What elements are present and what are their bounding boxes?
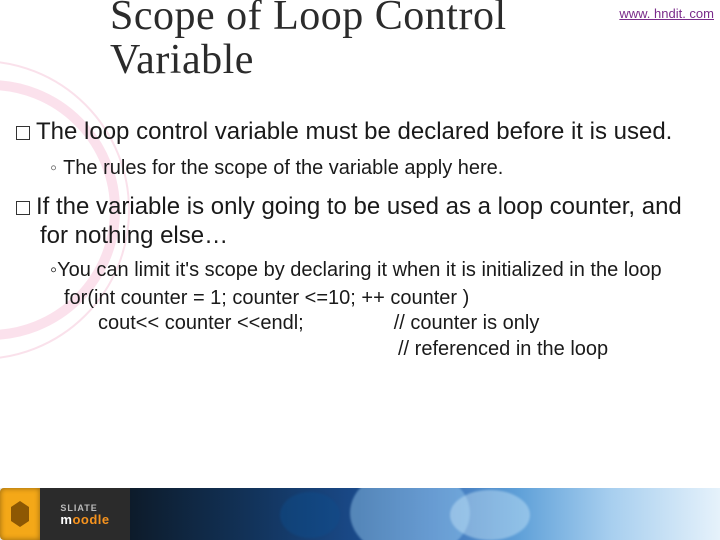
bullet-2: If the variable is only going to be used… [16,193,706,250]
collage-blob [450,490,530,540]
title-line-1: Scope of Loop Control [110,0,507,39]
footer-brand-b1: m [60,512,72,527]
footer-brand: SLIATE moodle [40,488,130,540]
slide-title: Scope of Loop Control Variable [110,0,507,82]
sub-bullet-marker: ◦ [50,157,57,179]
code-line-3-comment: // referenced in the loop [398,337,608,363]
bullet-2-sub-text: You can limit it's scope by declaring it… [57,259,662,281]
title-line-2: Variable [110,37,254,83]
bullet-1-sub-text: The rules for the scope of the variable … [63,157,503,179]
collage-blob [280,492,340,538]
bullet-1-sub: ◦ The rules for the scope of the variable… [50,156,706,181]
code-line-3: // referenced in the loop [98,337,706,363]
footer-collage [130,488,720,540]
badge-icon [9,499,31,529]
slide: www. hndit. com Scope of Loop Control Va… [0,0,720,540]
code-example: for(int counter = 1; counter <=10; ++ co… [50,286,706,363]
code-line-2-stmt: cout<< counter <<endl; [98,311,304,337]
footer-brand-text: SLIATE moodle [60,503,109,526]
code-line-2: cout<< counter <<endl; // counter is onl… [98,311,706,337]
slide-body: The loop control variable must be declar… [16,118,706,362]
footer-badge-icon [0,488,40,540]
bullet-2-sub: ◦You can limit it's scope by declaring i… [50,258,706,284]
code-line-2-comment: // counter is only [394,311,540,337]
bullet-1: The loop control variable must be declar… [16,118,706,146]
square-bullet-icon [16,126,30,140]
footer-image-strip: SLIATE moodle [0,488,720,540]
code-line-1: for(int counter = 1; counter <=10; ++ co… [64,286,706,312]
bullet-1-text: The loop control variable must be declar… [36,118,672,145]
source-url-link[interactable]: www. hndit. com [619,6,714,21]
bullet-2-text: If the variable is only going to be used… [36,193,682,248]
square-bullet-icon [16,201,30,215]
footer-brand-b2: oodle [72,512,109,527]
